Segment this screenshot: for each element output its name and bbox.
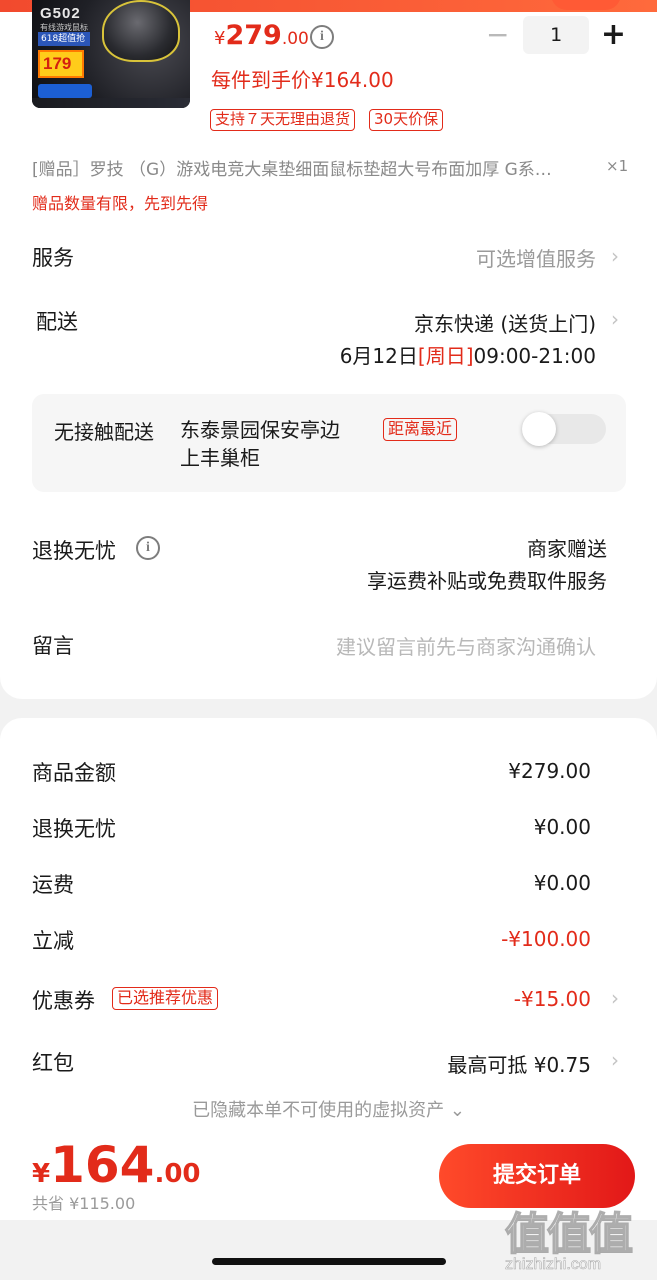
contactless-label: 无接触配送 (54, 420, 154, 444)
price-protect-badge: 30天价保 (369, 109, 444, 131)
thumb-bar (38, 84, 92, 98)
hidden-assets-toggle[interactable]: 已隐藏本单不可使用的虚拟资产 ⌄ (0, 1096, 657, 1122)
thumb-tag: 618超值抢 (38, 32, 90, 46)
service-label: 服务 (32, 246, 74, 270)
product-price: ¥279.00 (214, 20, 309, 51)
contactless-location: 东泰景园保安亭边 上丰巢柜 (180, 418, 340, 470)
chevron-right-icon[interactable]: › (611, 244, 619, 268)
contactless-delivery-box: 无接触配送 东泰景园保安亭边 上丰巢柜 距离最近 (32, 394, 626, 492)
chevron-right-icon[interactable]: › (611, 986, 619, 1010)
quantity-input[interactable]: 1 (523, 16, 589, 54)
return-value-1: 商家赠送 (527, 537, 607, 561)
mouse-image (102, 0, 180, 62)
coupon-value[interactable]: -¥15.00 (514, 987, 591, 1011)
chevron-right-icon[interactable]: › (611, 1048, 619, 1072)
increase-button[interactable]: + (601, 20, 626, 50)
thumb-price-box: 179 (38, 50, 84, 78)
return-policy-badge: 支持７天无理由退货 (210, 109, 356, 131)
delivery-label: 配送 (36, 310, 78, 334)
message-input[interactable]: 建议留言前先与商家沟通确认 (336, 631, 596, 660)
chevron-down-icon: ⌄ (444, 1100, 465, 1121)
message-label: 留言 (32, 634, 74, 658)
total-saved: 共省 ¥115.00 (32, 1194, 136, 1213)
delivery-method[interactable]: 京东快递 (送货上门) (414, 308, 596, 337)
quantity-stepper: − 1 + (486, 16, 626, 54)
home-indicator (212, 1258, 446, 1265)
delivery-weekday: [周日] (417, 344, 474, 368)
nearest-badge: 距离最近 (383, 418, 458, 441)
service-value[interactable]: 可选增值服务 (476, 243, 596, 272)
return-label: 退换无忧 (32, 539, 116, 563)
watermark: 值值值 zhizhizhi.com (504, 1208, 634, 1273)
red-packet-value[interactable]: 最高可抵 ¥0.75 (447, 1049, 591, 1078)
return-fee-label: 退换无忧 (32, 817, 116, 841)
red-packet-label: 红包 (32, 1051, 74, 1075)
thumb-brand: G502 (40, 5, 81, 22)
price-info-icon[interactable]: i (310, 25, 334, 49)
instant-discount-value: -¥100.00 (501, 927, 591, 951)
gift-item: [赠品］罗技 （G）游戏电竞大桌垫细面鼠标垫超大号布面加厚 G系… (32, 160, 552, 180)
return-fee-value: ¥0.00 (533, 815, 591, 839)
total-price: ¥164.00 (32, 1136, 201, 1194)
delivery-time: 6月12日[周日]09:00-21:00 (339, 344, 596, 368)
goods-amount-label: 商品金额 (32, 761, 116, 785)
per-item-price: 每件到手价¥164.00 (211, 68, 394, 92)
return-value-2: 享运费补贴或免费取件服务 (367, 569, 607, 593)
shipping-label: 运费 (32, 873, 74, 897)
product-thumbnail[interactable]: G502 有线游戏鼠标 618超值抢 179 (32, 0, 190, 108)
instant-discount-label: 立减 (32, 929, 74, 953)
shipping-value: ¥0.00 (533, 871, 591, 895)
contactless-toggle[interactable] (522, 412, 606, 446)
chevron-right-icon[interactable]: › (611, 307, 619, 331)
decrease-button[interactable]: − (486, 20, 509, 50)
coupon-label: 优惠券 (32, 989, 95, 1013)
goods-amount-value: ¥279.00 (508, 759, 591, 783)
gift-count: ×1 (606, 157, 629, 175)
coupon-badge: 已选推荐优惠 (112, 987, 219, 1010)
gift-note: 赠品数量有限，先到先得 (32, 194, 209, 213)
return-info-icon[interactable]: i (136, 536, 160, 560)
